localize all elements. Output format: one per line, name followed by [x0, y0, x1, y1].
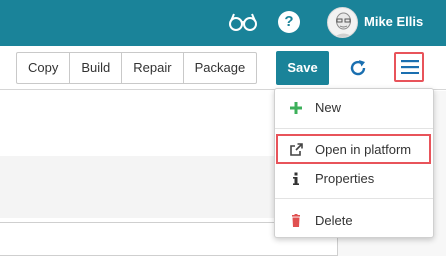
menu-item-delete[interactable]: Delete: [275, 207, 433, 235]
top-header-bar: ? Mike Ellis: [0, 0, 446, 46]
highlight-box: [276, 134, 431, 164]
build-button[interactable]: Build: [70, 53, 123, 83]
plus-icon: [289, 101, 303, 115]
menu-divider: [275, 198, 433, 199]
toolbar: Copy Build Repair Package Save: [0, 46, 446, 90]
menu-item-new[interactable]: New: [275, 94, 433, 122]
hamburger-menu-icon: [401, 60, 419, 74]
glasses-icon[interactable]: [228, 11, 258, 33]
menu-item-label: Properties: [315, 171, 375, 186]
menu-item-label: New: [315, 100, 342, 115]
refresh-icon[interactable]: [348, 58, 368, 78]
copy-button[interactable]: Copy: [17, 53, 71, 83]
info-icon: [289, 172, 303, 186]
trash-icon: [289, 214, 303, 228]
repair-button[interactable]: Repair: [122, 53, 184, 83]
actions-dropdown-menu: New Open in platform Properties Delete: [274, 88, 434, 238]
user-name[interactable]: Mike Ellis: [364, 14, 423, 29]
save-button[interactable]: Save: [276, 51, 329, 85]
avatar[interactable]: [327, 7, 358, 38]
menu-item-properties[interactable]: Properties: [275, 165, 433, 193]
help-icon[interactable]: ?: [278, 11, 300, 33]
package-button[interactable]: Package: [184, 53, 257, 83]
hamburger-menu-button[interactable]: [394, 52, 424, 82]
menu-item-label: Delete: [315, 213, 353, 228]
action-button-group: Copy Build Repair Package: [16, 52, 258, 84]
menu-divider: [275, 128, 433, 129]
